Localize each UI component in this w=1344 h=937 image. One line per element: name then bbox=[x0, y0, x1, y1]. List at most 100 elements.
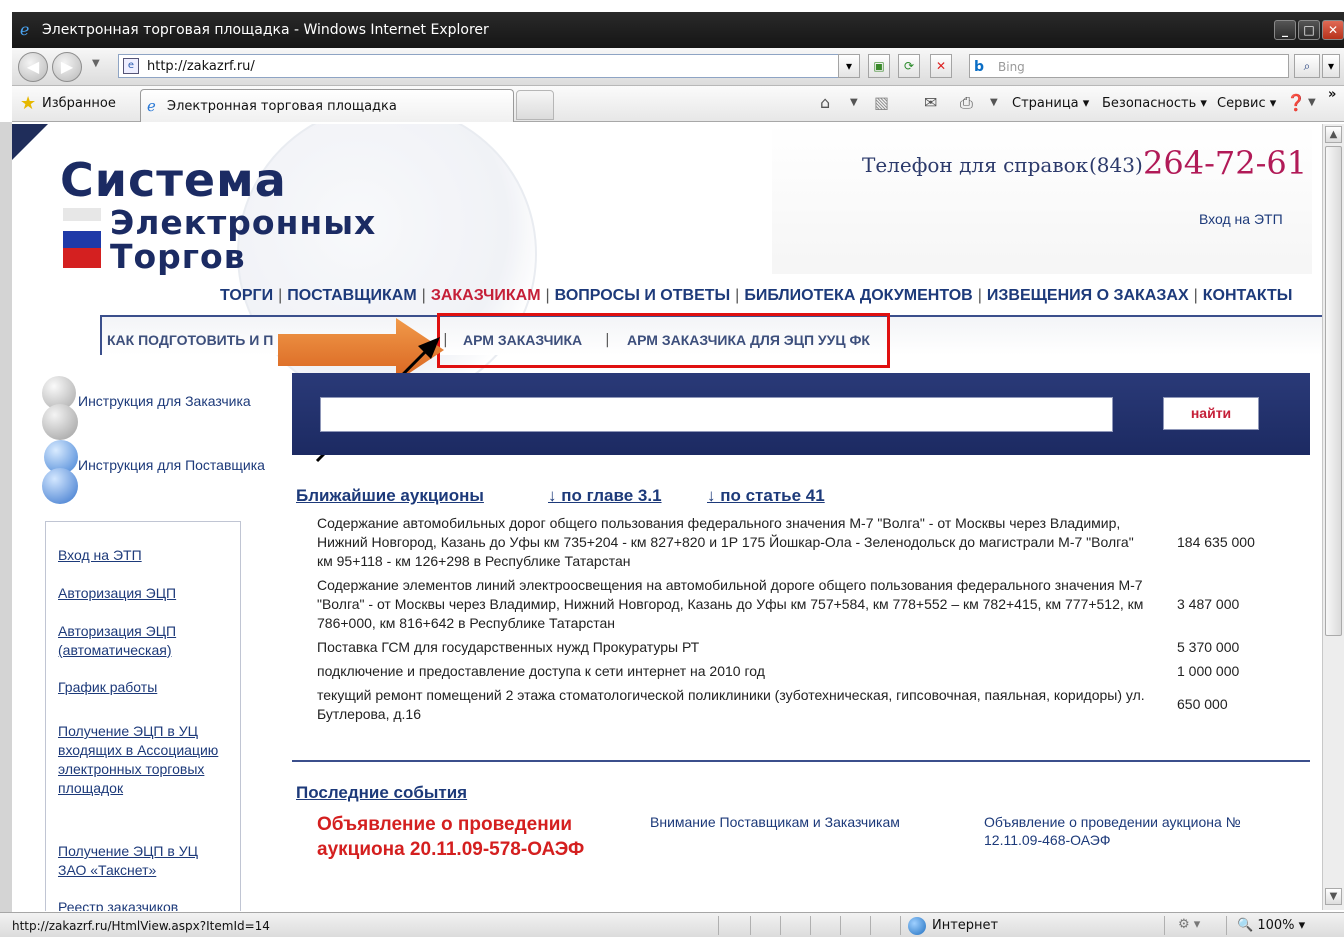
flag-stripe-blue bbox=[63, 231, 101, 248]
history-dropdown-icon[interactable]: ▼ bbox=[92, 58, 100, 69]
sidebar-item-schedule[interactable]: График работы bbox=[58, 678, 238, 697]
events-title[interactable]: Последние события bbox=[296, 782, 467, 804]
help-icon[interactable]: ❓ bbox=[1286, 93, 1306, 113]
subnav-item-how-to[interactable]: КАК ПОДГОТОВИТЬ И П bbox=[107, 332, 273, 348]
tab-nearest-auctions[interactable]: Ближайшие аукционы bbox=[296, 485, 484, 507]
window-titlebar: ℯ Электронная торговая площадка - Window… bbox=[12, 12, 1344, 48]
scroll-up-icon[interactable]: ▲ bbox=[1325, 126, 1342, 143]
close-button[interactable]: ✕ bbox=[1322, 20, 1344, 40]
search-options-icon[interactable]: ▾ bbox=[1322, 54, 1340, 78]
print-dropdown-icon[interactable]: ▼ bbox=[990, 93, 998, 113]
auction-item[interactable]: Поставка ГСМ для государственных нужд Пр… bbox=[317, 638, 1152, 657]
auction-price: 1 000 000 bbox=[1177, 663, 1240, 679]
menu-page[interactable]: Страница ▾ bbox=[1012, 95, 1089, 113]
sidebar-item-eds-taxnet[interactable]: Получение ЭЦП в УЦ ЗАО «Такснет» bbox=[58, 842, 228, 880]
instruction-customer-link[interactable]: Инструкция для Заказчика bbox=[78, 392, 251, 410]
user-body-icon bbox=[42, 404, 78, 440]
nav-item-customers[interactable]: ЗАКАЗЧИКАМ bbox=[431, 287, 541, 304]
minimize-button[interactable]: _ bbox=[1274, 20, 1296, 40]
flag-stripe-white bbox=[63, 208, 101, 221]
sidebar-item-customer-registry[interactable]: Реестр заказчиков bbox=[58, 898, 238, 911]
search-box[interactable]: b Bing bbox=[969, 54, 1289, 78]
nav-item-notices[interactable]: ИЗВЕЩЕНИЯ О ЗАКАЗАХ bbox=[987, 287, 1189, 304]
tab-article-41[interactable]: ↓ по статье 41 bbox=[707, 485, 825, 507]
window-frame bbox=[0, 122, 12, 912]
nav-item-suppliers[interactable]: ПОСТАВЩИКАМ bbox=[287, 287, 416, 304]
event-link-notice[interactable]: Внимание Поставщикам и Заказчикам bbox=[650, 813, 950, 831]
refresh-icon[interactable]: ⟳ bbox=[898, 54, 920, 78]
event-link-auction[interactable]: Объявление о проведении аукциона № 12.11… bbox=[984, 813, 1284, 849]
favorites-button[interactable]: Избранное bbox=[42, 95, 116, 113]
star-icon[interactable]: ★ bbox=[20, 94, 36, 114]
highlight-box bbox=[437, 313, 890, 368]
logo-line-3[interactable]: Торгов bbox=[110, 238, 246, 276]
page-icon: e bbox=[123, 58, 139, 74]
instruction-supplier-link[interactable]: Инструкция для Поставщика bbox=[78, 456, 265, 474]
toolbar-overflow-icon[interactable]: » bbox=[1328, 86, 1336, 104]
nav-separator: | bbox=[421, 287, 426, 304]
menu-tools[interactable]: Сервис ▾ bbox=[1217, 95, 1276, 113]
vertical-scrollbar[interactable]: ▲ ▼ bbox=[1322, 124, 1344, 910]
scroll-thumb[interactable] bbox=[1325, 146, 1342, 636]
tab-chapter-3-1[interactable]: ↓ по главе 3.1 bbox=[548, 485, 662, 507]
address-url: http://zakazrf.ru/ bbox=[147, 59, 255, 74]
home-icon[interactable]: ⌂ bbox=[820, 93, 830, 113]
auction-item[interactable]: Содержание автомобильных дорог общего по… bbox=[317, 514, 1152, 571]
help-dropdown-icon[interactable]: ▼ bbox=[1308, 93, 1316, 113]
forward-icon[interactable]: ▶ bbox=[52, 52, 82, 82]
phone-label: Телефон для справок bbox=[862, 153, 1089, 177]
new-tab-button[interactable] bbox=[516, 90, 554, 120]
menu-security[interactable]: Безопасность ▾ bbox=[1102, 95, 1207, 113]
nav-item-contacts[interactable]: КОНТАКТЫ bbox=[1203, 287, 1293, 304]
auction-price: 3 487 000 bbox=[1177, 596, 1240, 612]
sidebar-item-eds-auth-auto[interactable]: Авторизация ЭЦП (автоматическая) bbox=[58, 622, 203, 660]
auction-item[interactable]: Содержание элементов линий электроосвеще… bbox=[317, 576, 1157, 633]
sub-navigation-edge bbox=[100, 317, 102, 355]
search-button[interactable]: найти bbox=[1163, 397, 1259, 430]
nav-item-trades[interactable]: ТОРГИ bbox=[220, 287, 273, 304]
sidebar-item-eds-association[interactable]: Получение ЭЦП в УЦ входящих в Ассоциацию… bbox=[58, 722, 228, 798]
sidebar-item-etp-login[interactable]: Вход на ЭТП bbox=[58, 546, 238, 565]
search-panel: найти bbox=[292, 373, 1310, 455]
auction-price: 650 000 bbox=[1177, 696, 1228, 712]
site-search-input[interactable] bbox=[320, 397, 1113, 432]
status-divider bbox=[718, 916, 719, 935]
phone-number: 264-72-61 bbox=[1143, 144, 1308, 182]
auction-item[interactable]: текущий ремонт помещений 2 этажа стомато… bbox=[317, 686, 1147, 724]
mail-icon[interactable]: ✉ bbox=[924, 93, 937, 113]
status-divider bbox=[750, 916, 751, 935]
bing-logo-icon: b bbox=[974, 59, 985, 75]
event-headline[interactable]: Объявление о проведении аукциона 20.11.0… bbox=[317, 812, 617, 862]
etp-login-link[interactable]: Вход на ЭТП bbox=[1199, 210, 1283, 228]
security-zone[interactable]: Интернет bbox=[932, 918, 998, 934]
nav-separator: | bbox=[1193, 287, 1198, 304]
scroll-down-icon[interactable]: ▼ bbox=[1325, 888, 1342, 905]
nav-item-library[interactable]: БИБЛИОТЕКА ДОКУМЕНТОВ bbox=[744, 287, 972, 304]
tab-active[interactable]: ℯ Электронная торговая площадка bbox=[140, 89, 514, 122]
protected-mode-icon[interactable]: ⚙ ▾ bbox=[1178, 917, 1200, 932]
sidebar: Вход на ЭТП Авторизация ЭЦП Авторизация … bbox=[45, 521, 241, 911]
zoom-level[interactable]: 🔍 100% ▾ bbox=[1237, 918, 1305, 934]
logo-line-1[interactable]: Система bbox=[60, 154, 287, 206]
address-dropdown-icon[interactable]: ▾ bbox=[838, 54, 860, 78]
rss-icon[interactable]: ▧ bbox=[874, 93, 889, 113]
search-icon[interactable]: ⌕ bbox=[1294, 54, 1320, 78]
search-placeholder: Bing bbox=[998, 60, 1025, 74]
main-navigation: ТОРГИ | ПОСТАВЩИКАМ | ЗАКАЗЧИКАМ | ВОПРОСЫ И О… bbox=[220, 286, 1292, 306]
home-dropdown-icon[interactable]: ▼ bbox=[850, 93, 858, 113]
address-input[interactable]: e http://zakazrf.ru/ bbox=[118, 54, 860, 78]
maximize-button[interactable]: □ bbox=[1298, 20, 1320, 40]
status-divider bbox=[1226, 916, 1227, 935]
back-icon[interactable]: ◀ bbox=[18, 52, 48, 82]
sidebar-item-eds-auth[interactable]: Авторизация ЭЦП bbox=[58, 584, 238, 603]
print-icon[interactable]: ⎙ bbox=[960, 93, 973, 113]
compat-view-icon[interactable]: ▣ bbox=[868, 54, 890, 78]
nav-separator: | bbox=[278, 287, 283, 304]
status-bar: http://zakazrf.ru/HtmlView.aspx?ItemId=1… bbox=[0, 912, 1344, 937]
nav-separator: | bbox=[977, 287, 982, 304]
stop-icon[interactable]: ✕ bbox=[930, 54, 952, 78]
auction-item[interactable]: подключение и предоставление доступа к с… bbox=[317, 662, 1152, 681]
nav-separator: | bbox=[735, 287, 740, 304]
nav-item-faq[interactable]: ВОПРОСЫ И ОТВЕТЫ bbox=[555, 287, 731, 304]
status-url: http://zakazrf.ru/HtmlView.aspx?ItemId=1… bbox=[12, 919, 270, 933]
